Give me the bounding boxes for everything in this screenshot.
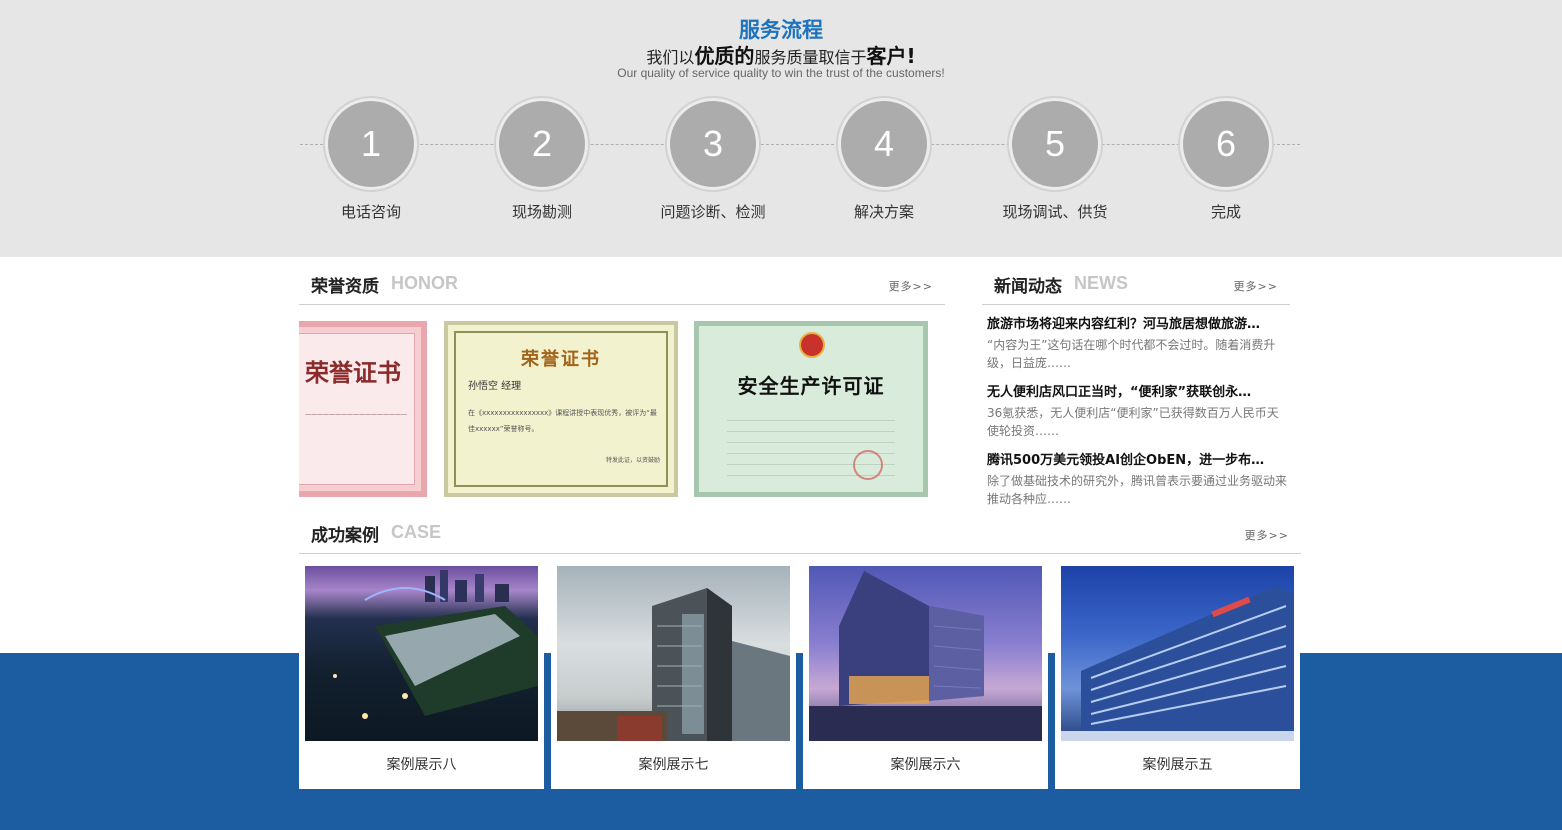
case-image[interactable] [557,566,790,741]
step-label: 现场调试、供货 [1002,203,1108,221]
glass-office-building-photo [1061,586,1294,741]
news-item-title[interactable]: 腾讯500万美元领投AI创企ObEN，进一步布… [987,450,1289,472]
modern-building-dusk-photo [809,571,1042,741]
news-item-desc: 36氪获悉，无人便利店“便利家”已获得数百万人民币天使轮投资…… [987,406,1279,438]
news-item: 旅游市场将迎来内容红利？河马旅居想做旅游… “内容为王”这句话在哪个时代都不会过… [987,314,1289,372]
case-caption[interactable]: 案例展示五 [1055,754,1300,774]
step-number: 4 [841,101,927,187]
news-item-title[interactable]: 无人便利店风口正当时，“便利家”获联创永… [987,382,1289,404]
step-ring: 2 [494,96,590,192]
honor-title-en: HONOR [391,273,458,293]
case-card[interactable]: 案例展示六 [803,566,1048,789]
case-title-en: CASE [391,522,442,542]
seal-icon [853,450,883,480]
service-flow-section: 服务流程 我们以优质的服务质量取信于客户! Our quality of ser… [0,0,1562,257]
case-caption[interactable]: 案例展示八 [299,754,544,774]
step-number: 2 [499,101,585,187]
news-title: 新闻动态 [994,277,1062,297]
honor-title: 荣誉资质 [311,277,379,297]
step-label: 解决方案 [853,203,914,221]
news-item: 无人便利店风口正当时，“便利家”获联创永… 36氪获悉，无人便利店“便利家”已获… [987,382,1289,440]
step-label: 完成 [1210,203,1241,221]
news-item: 腾讯500万美元领投AI创企ObEN，进一步布… 除了做基础技术的研究外，腾讯曾… [987,450,1289,508]
honor-header: 荣誉资质 HONOR 更多>> [299,256,945,305]
night-harbor-city-photo [333,570,538,719]
flow-step: 2 现场勘测 [452,96,632,222]
certificate-title: 安全生产许可证 [737,374,885,398]
flow-step: 5 现场调试、供货 [965,96,1145,222]
slogan-part-2: 服务质量取信于 [754,48,867,67]
news-list: 旅游市场将迎来内容红利？河马旅居想做旅游… “内容为王”这句话在哪个时代都不会过… [987,314,1289,518]
flow-step: 4 解决方案 [794,96,974,222]
certificate-title: 荣誉证书 [521,349,601,370]
case-caption[interactable]: 案例展示七 [551,754,796,774]
case-header: 成功案例 CASE 更多>> [299,505,1301,554]
case-image[interactable] [1061,566,1294,741]
page: 服务流程 我们以优质的服务质量取信于客户! Our quality of ser… [0,0,1562,830]
case-card[interactable]: 案例展示五 [1055,566,1300,789]
step-ring: 5 [1007,96,1103,192]
slogan-bold-1: 优质的 [694,44,755,68]
flow-step: 3 问题诊断、检测 [623,96,803,222]
step-number: 6 [1183,101,1269,187]
case-more-link[interactable]: 更多>> [1245,527,1289,543]
case-image[interactable] [305,566,538,741]
news-title-en: NEWS [1074,273,1128,293]
step-number: 3 [670,101,756,187]
certificate-sign: 特发此证，以资鼓励 [605,457,660,464]
step-label: 问题诊断、检测 [660,203,766,221]
case-card[interactable]: 案例展示七 [551,566,796,789]
case-title: 成功案例 [311,526,379,546]
news-header: 新闻动态 NEWS 更多>> [982,256,1290,305]
certificate-image[interactable]: 荣誉证书 ————————————————— [299,321,427,497]
flow-step: 1 电话咨询 [281,96,461,222]
slogan-part-1: 我们以 [646,48,695,67]
step-label: 现场勘测 [511,203,572,221]
flow-subtitle-en: Our quality of service quality to win th… [617,66,945,80]
step-number: 5 [1012,101,1098,187]
emblem-icon [799,332,825,358]
step-label: 电话咨询 [340,203,401,221]
step-ring: 6 [1178,96,1274,192]
certificate-image[interactable]: 荣誉证书 孙悟空 经理 在《xxxxxxxxxxxxxxxx》课程讲授中表现优秀… [444,321,678,497]
news-item-title[interactable]: 旅游市场将迎来内容红利？河马旅居想做旅游… [987,314,1289,336]
office-tower-photo [557,588,790,741]
certificate-name: 孙悟空 经理 [468,381,522,392]
slogan-bold-2: 客户! [866,44,916,68]
certificate-body: 在《xxxxxxxxxxxxxxxx》课程讲授中表现优秀，被评为“最佳xxxxx… [468,409,657,433]
certificate-title: 荣誉证书 [305,358,401,387]
flow-step: 6 完成 [1136,96,1316,222]
honor-carousel[interactable]: 荣誉证书 ————————————————— 荣誉证书 孙悟空 经理 在《xxx… [299,320,933,498]
step-number: 1 [328,101,414,187]
case-card[interactable]: 案例展示八 [299,566,544,789]
case-caption[interactable]: 案例展示六 [803,754,1048,774]
certificate-image[interactable]: 安全生产许可证 [694,321,928,497]
step-ring: 1 [323,96,419,192]
honor-more-link[interactable]: 更多>> [889,278,933,294]
news-more-link[interactable]: 更多>> [1234,278,1278,294]
certificate-text-lines: ————————————————— [305,411,407,418]
step-ring: 3 [665,96,761,192]
case-image[interactable] [809,566,1042,741]
news-item-desc: “内容为王”这句话在哪个时代都不会过时。随着消费升级，日益庞…… [987,338,1276,370]
flow-slogan: 我们以优质的服务质量取信于客户! [0,40,1562,69]
news-item-desc: 除了做基础技术的研究外，腾讯曾表示要通过业务驱动来推动各种应…… [987,474,1288,506]
step-ring: 4 [836,96,932,192]
